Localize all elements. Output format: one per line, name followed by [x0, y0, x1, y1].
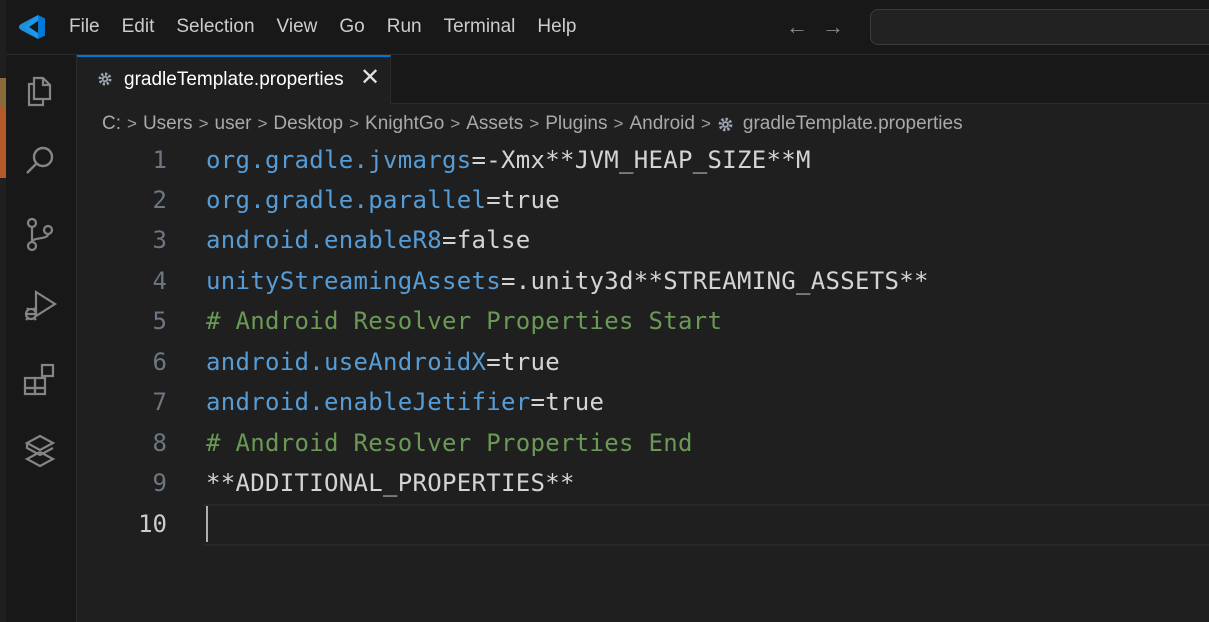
- chevron-right-icon: >: [257, 114, 268, 133]
- breadcrumb-plugins[interactable]: Plugins: [545, 113, 607, 135]
- property-key: org.gradle.parallel: [206, 186, 487, 214]
- tab-label: gradleTemplate.properties: [124, 69, 344, 90]
- line-number: 3: [152, 226, 167, 254]
- vscode-logo-icon: [19, 15, 45, 39]
- property-value: false: [456, 226, 531, 254]
- remote-explorer-icon[interactable]: [19, 430, 61, 472]
- text-cursor: [206, 506, 208, 542]
- equals-sign: =: [500, 267, 516, 295]
- line-number: 1: [152, 146, 167, 174]
- comment: # Android Resolver Properties End: [206, 429, 693, 457]
- line-number: 7: [152, 388, 167, 416]
- comment: # Android Resolver Properties Start: [206, 307, 723, 335]
- search-icon[interactable]: [19, 140, 61, 182]
- property-value: true: [501, 186, 560, 214]
- extensions-icon[interactable]: [19, 358, 61, 400]
- menu-go[interactable]: Go: [328, 0, 375, 54]
- equals-sign: =: [486, 348, 501, 376]
- code-line[interactable]: 1 org.gradle.jvmargs=-Xmx**JVM_HEAP_SIZE…: [77, 140, 1209, 180]
- code-line[interactable]: 6 android.useAndroidX=true: [77, 342, 1209, 382]
- tab-bar: gradleTemplate.properties ✕: [77, 55, 1209, 104]
- menu-run[interactable]: Run: [376, 0, 433, 54]
- close-icon[interactable]: ✕: [360, 66, 380, 90]
- chevron-right-icon: >: [529, 114, 540, 133]
- forward-arrow-icon[interactable]: →: [822, 14, 844, 40]
- code-editor[interactable]: 1 org.gradle.jvmargs=-Xmx**JVM_HEAP_SIZE…: [77, 140, 1209, 622]
- property-value: true: [545, 388, 605, 416]
- navigation-arrows: ← →: [786, 14, 844, 40]
- run-debug-icon[interactable]: [19, 285, 61, 327]
- back-arrow-icon[interactable]: ←: [786, 14, 808, 40]
- code-line[interactable]: 8 # Android Resolver Properties End: [77, 423, 1209, 463]
- source-control-icon[interactable]: [19, 213, 61, 255]
- property-value: true: [501, 348, 560, 376]
- gear-icon: [718, 117, 733, 131]
- activity-bar: [6, 55, 77, 622]
- chevron-right-icon: >: [450, 114, 461, 133]
- property-value: .unity3d**STREAMING_ASSETS**: [515, 267, 929, 295]
- breadcrumb-knightgo[interactable]: KnightGo: [365, 113, 444, 135]
- equals-sign: =: [442, 226, 457, 254]
- menu-selection[interactable]: Selection: [165, 0, 265, 54]
- line-number: 10: [138, 510, 167, 538]
- breadcrumb-android[interactable]: Android: [629, 113, 695, 135]
- code-line[interactable]: 5 # Android Resolver Properties Start: [77, 301, 1209, 341]
- line-number: 9: [152, 469, 167, 497]
- chevron-right-icon: >: [349, 114, 360, 133]
- property-key: android.useAndroidX: [206, 348, 487, 376]
- chevron-right-icon: >: [198, 114, 209, 133]
- menu-edit[interactable]: Edit: [111, 0, 166, 54]
- equals-sign: =: [530, 388, 546, 416]
- chevron-right-icon: >: [613, 114, 624, 133]
- line-number: 6: [152, 348, 167, 376]
- placeholder-text: **ADDITIONAL_PROPERTIES**: [206, 469, 575, 497]
- breadcrumb-file[interactable]: gradleTemplate.properties: [743, 113, 963, 135]
- equals-sign: =: [471, 146, 487, 174]
- code-line[interactable]: 9 **ADDITIONAL_PROPERTIES**: [77, 463, 1209, 503]
- property-value: -Xmx**JVM_HEAP_SIZE**M: [486, 146, 811, 174]
- breadcrumb-users[interactable]: Users: [143, 113, 193, 135]
- line-number: 2: [152, 186, 167, 214]
- code-line[interactable]: 3 android.enableR8=false: [77, 220, 1209, 260]
- menu-file[interactable]: File: [58, 0, 111, 54]
- explorer-icon[interactable]: [19, 68, 61, 110]
- menu-help[interactable]: Help: [526, 0, 587, 54]
- code-line[interactable]: 7 android.enableJetifier=true: [77, 382, 1209, 422]
- chevron-right-icon: >: [700, 114, 711, 133]
- command-center-search[interactable]: [870, 9, 1209, 45]
- equals-sign: =: [486, 186, 501, 214]
- breadcrumb-assets[interactable]: Assets: [466, 113, 523, 135]
- property-key: unityStreamingAssets: [206, 267, 501, 295]
- breadcrumb-desktop[interactable]: Desktop: [273, 113, 343, 135]
- chevron-right-icon: >: [127, 114, 137, 133]
- breadcrumb-drive[interactable]: C:: [102, 113, 121, 135]
- line-number: 4: [152, 267, 167, 295]
- breadcrumb: C: > Users > user > Desktop > KnightGo >…: [102, 110, 963, 138]
- gear-icon: [98, 72, 112, 86]
- line-number: 8: [152, 429, 167, 457]
- menu-view[interactable]: View: [266, 0, 329, 54]
- line-number: 5: [152, 307, 167, 335]
- breadcrumb-user[interactable]: user: [215, 113, 252, 135]
- code-line[interactable]: 4 unityStreamingAssets=.unity3d**STREAMI…: [77, 261, 1209, 301]
- code-line[interactable]: 10: [77, 504, 1209, 544]
- property-key: android.enableJetifier: [206, 388, 531, 416]
- property-key: android.enableR8: [206, 226, 442, 254]
- property-key: org.gradle.jvmargs: [206, 146, 472, 174]
- title-bar: File Edit Selection View Go Run Terminal…: [6, 0, 1209, 55]
- menu-bar: File Edit Selection View Go Run Terminal…: [58, 0, 588, 54]
- tab-gradle-template[interactable]: gradleTemplate.properties ✕: [77, 55, 391, 104]
- code-line[interactable]: 2 org.gradle.parallel=true: [77, 180, 1209, 220]
- menu-terminal[interactable]: Terminal: [433, 0, 527, 54]
